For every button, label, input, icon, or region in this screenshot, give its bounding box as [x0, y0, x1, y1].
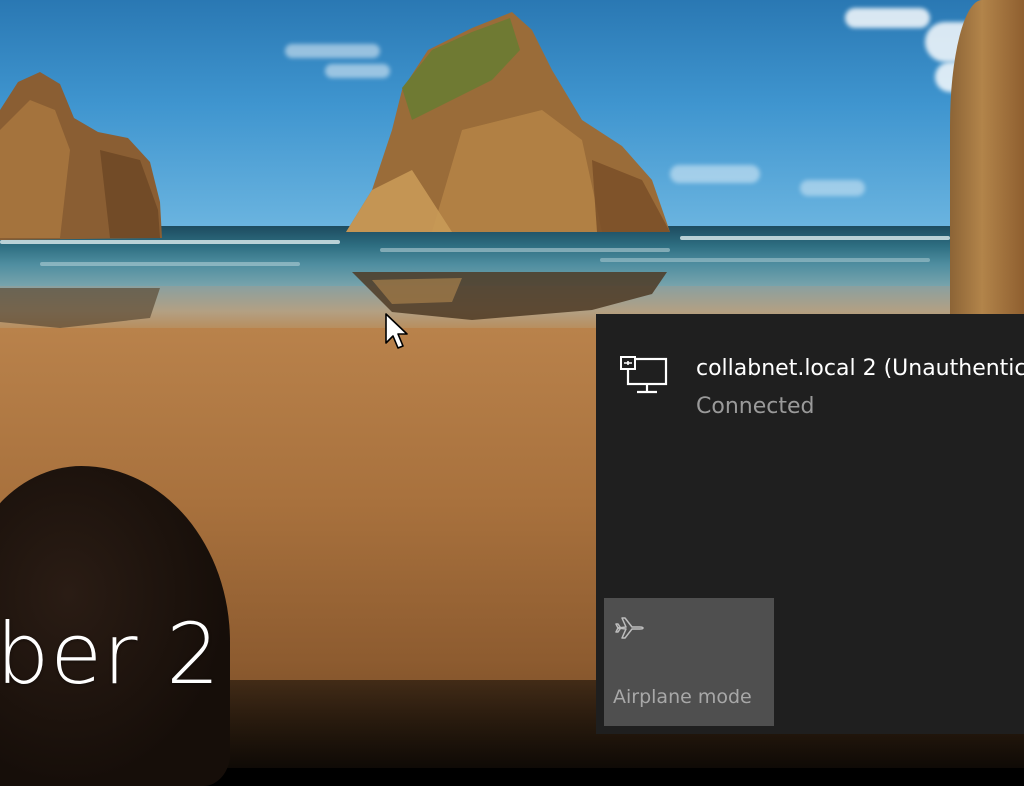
network-item[interactable]: collabnet.local 2 (Unauthenticated) Conn…: [596, 344, 1024, 424]
airplane-icon: [615, 617, 644, 639]
left-rock: [0, 72, 162, 240]
network-status: Connected: [696, 394, 815, 419]
cloud: [800, 180, 865, 196]
lockscreen-date: ber 2: [0, 605, 221, 703]
network-flyout: collabnet.local 2 (Unauthenticated) Conn…: [596, 314, 1024, 734]
mouse-cursor-icon: [385, 313, 408, 349]
airplane-mode-toggle[interactable]: Airplane mode: [604, 598, 774, 726]
cloud: [670, 165, 760, 183]
airplane-mode-label: Airplane mode: [613, 686, 752, 708]
cloud: [845, 8, 930, 28]
right-rock: [950, 0, 1024, 314]
center-rock: [346, 12, 670, 232]
reflection-left: [0, 288, 160, 328]
ethernet-monitor-icon: [620, 356, 668, 394]
network-name: collabnet.local 2 (Unauthenticated): [696, 356, 1024, 381]
